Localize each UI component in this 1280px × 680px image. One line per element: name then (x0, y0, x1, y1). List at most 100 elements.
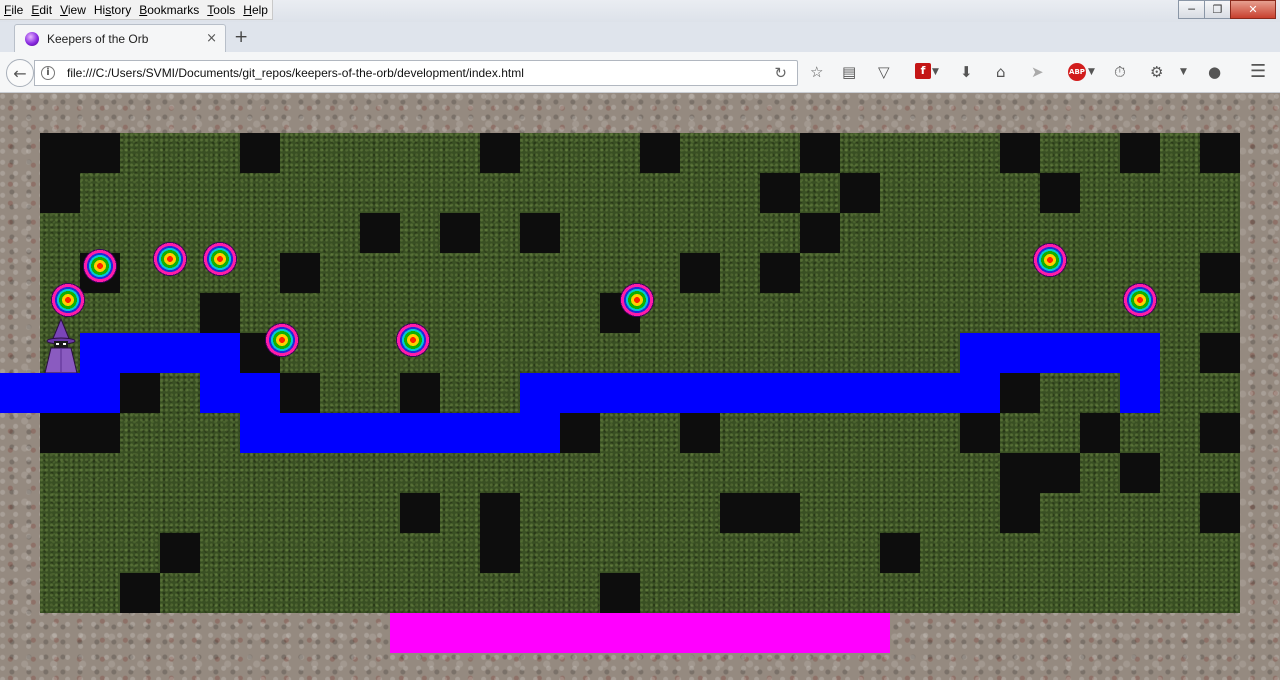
wall-tile (1120, 133, 1160, 173)
water-tile (1040, 333, 1080, 373)
water-tile (560, 373, 600, 413)
water-tile (80, 333, 120, 373)
water-tile (520, 413, 560, 453)
water-tile (680, 373, 720, 413)
adblock-plus-icon[interactable]: ABP (1068, 63, 1086, 81)
extension-icon[interactable]: ⚙ (1150, 63, 1163, 81)
water-tile (160, 333, 200, 373)
menu-file-rest: ile (11, 3, 24, 17)
menu-help[interactable]: Help (239, 0, 272, 20)
reload-icon[interactable]: ↻ (774, 64, 787, 82)
menu-history[interactable]: History (90, 0, 135, 20)
water-tile (640, 373, 680, 413)
history-icon[interactable]: ⏱ (1114, 63, 1126, 81)
wall-tile (240, 133, 280, 173)
water-tile (760, 373, 800, 413)
flash-dropdown-chevron-icon[interactable]: ▼ (932, 63, 939, 81)
send-icon[interactable]: ➤ (1031, 63, 1044, 81)
rainbow-orb[interactable] (265, 323, 299, 357)
navigation-bar: ← i file:///C:/Users/SVMI/Documents/git_… (0, 52, 1280, 93)
rainbow-orb[interactable] (83, 249, 117, 283)
exit-zone (390, 613, 890, 653)
lock-icon[interactable]: ● (1208, 63, 1221, 81)
wall-tile (760, 173, 800, 213)
rainbow-orb[interactable] (1123, 283, 1157, 317)
menu-view[interactable]: View (56, 0, 90, 20)
wall-tile (760, 493, 800, 533)
wall-tile (400, 373, 440, 413)
rainbow-orb[interactable] (1033, 243, 1067, 277)
wall-tile (160, 533, 200, 573)
download-icon[interactable]: ⬇ (960, 63, 973, 81)
window-controls: ─ ❐ ✕ (1178, 0, 1276, 19)
wall-tile (680, 253, 720, 293)
menu-bookmarks-rest: ookmarks (147, 3, 200, 17)
water-tile (600, 373, 640, 413)
menu-bookmarks[interactable]: Bookmarks (135, 0, 203, 20)
wall-tile (600, 573, 640, 613)
wall-tile (480, 133, 520, 173)
rainbow-orb[interactable] (203, 242, 237, 276)
hamburger-menu-icon[interactable]: ☰ (1250, 63, 1266, 81)
tab-close-icon[interactable]: × (206, 31, 217, 46)
wall-tile (400, 493, 440, 533)
menu-edit-rest: dit (39, 3, 53, 17)
water-tile (800, 373, 840, 413)
url-text[interactable]: file:///C:/Users/SVMI/Documents/git_repo… (67, 66, 524, 80)
water-tile (480, 413, 520, 453)
wall-tile (80, 413, 120, 453)
water-tile (1120, 373, 1160, 413)
wall-tile (280, 253, 320, 293)
menu-history-pre: Hi (93, 3, 106, 17)
menu-edit[interactable]: Edit (27, 0, 56, 20)
tab-keepers-of-the-orb[interactable]: Keepers of the Orb × (14, 24, 226, 52)
water-tile (880, 373, 920, 413)
rainbow-orb[interactable] (396, 323, 430, 357)
home-icon[interactable]: ⌂ (996, 63, 1006, 81)
close-window-icon[interactable]: ✕ (1230, 0, 1276, 19)
orb-favicon-icon (25, 31, 39, 46)
water-tile (240, 413, 280, 453)
wall-tile (40, 413, 80, 453)
pocket-icon[interactable]: ▽ (878, 63, 890, 81)
wizard-character[interactable] (42, 317, 80, 373)
info-icon[interactable]: i (41, 66, 55, 80)
tab-strip: Keepers of the Orb × + (0, 22, 1280, 52)
wall-tile (960, 413, 1000, 453)
menu-file[interactable]: File (0, 0, 27, 20)
water-tile (320, 413, 360, 453)
wall-tile (1120, 453, 1160, 493)
wall-tile (1200, 493, 1240, 533)
new-tab-icon[interactable]: + (234, 27, 248, 47)
water-tile (240, 373, 280, 413)
url-bar[interactable]: i file:///C:/Users/SVMI/Documents/git_re… (34, 60, 798, 86)
wall-tile (1040, 453, 1080, 493)
minimize-icon[interactable]: ─ (1178, 0, 1205, 19)
flash-icon[interactable]: f (915, 63, 931, 79)
game-canvas[interactable] (0, 93, 1280, 680)
water-tile (920, 373, 960, 413)
wall-tile (80, 133, 120, 173)
wall-tile (1000, 493, 1040, 533)
rainbow-orb[interactable] (153, 242, 187, 276)
bookmark-star-icon[interactable]: ☆ (810, 63, 823, 81)
wall-tile (680, 413, 720, 453)
wall-tile (1200, 133, 1240, 173)
back-icon[interactable]: ← (6, 59, 34, 87)
wall-tile (480, 493, 520, 533)
reading-list-icon[interactable]: ▤ (842, 63, 856, 81)
rainbow-orb[interactable] (620, 283, 654, 317)
wall-tile (800, 213, 840, 253)
rainbow-orb[interactable] (51, 283, 85, 317)
water-tile (200, 373, 240, 413)
wall-tile (440, 213, 480, 253)
water-tile (0, 373, 40, 413)
adblock-dropdown-chevron-icon[interactable]: ▼ (1088, 63, 1095, 81)
wall-tile (760, 253, 800, 293)
restore-icon[interactable]: ❐ (1204, 0, 1231, 19)
overflow-chevron-icon[interactable]: ▼ (1180, 63, 1187, 81)
wall-tile (640, 133, 680, 173)
wall-tile (120, 573, 160, 613)
wall-tile (1000, 453, 1040, 493)
menu-tools[interactable]: Tools (203, 0, 239, 20)
